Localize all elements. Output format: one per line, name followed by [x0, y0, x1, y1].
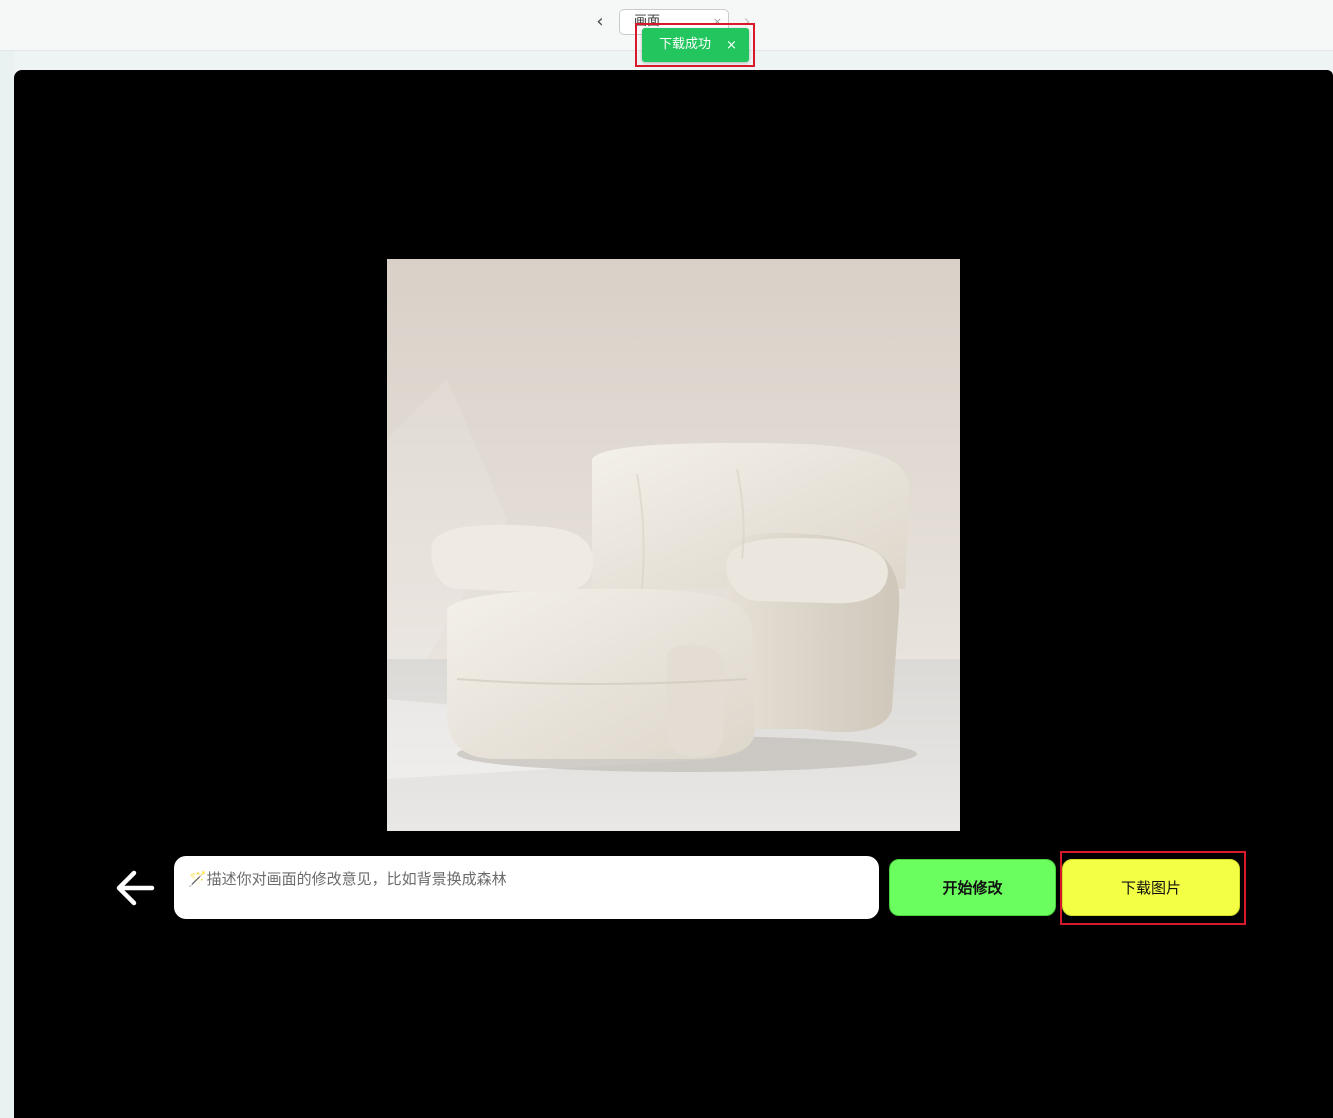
nav-back-icon[interactable]: ‹	[591, 11, 609, 33]
toast-message: 下载成功	[659, 37, 712, 52]
edit-prompt-input[interactable]	[174, 856, 879, 919]
download-image-button[interactable]: 下载图片	[1062, 859, 1240, 916]
toast-close-icon[interactable]: ×	[726, 37, 737, 54]
success-toast: 下载成功 ×	[642, 28, 749, 62]
arrow-left-icon[interactable]	[112, 866, 158, 910]
side-strip	[0, 51, 14, 1118]
sofa-image	[387, 259, 960, 831]
start-edit-button[interactable]: 开始修改	[889, 859, 1056, 916]
